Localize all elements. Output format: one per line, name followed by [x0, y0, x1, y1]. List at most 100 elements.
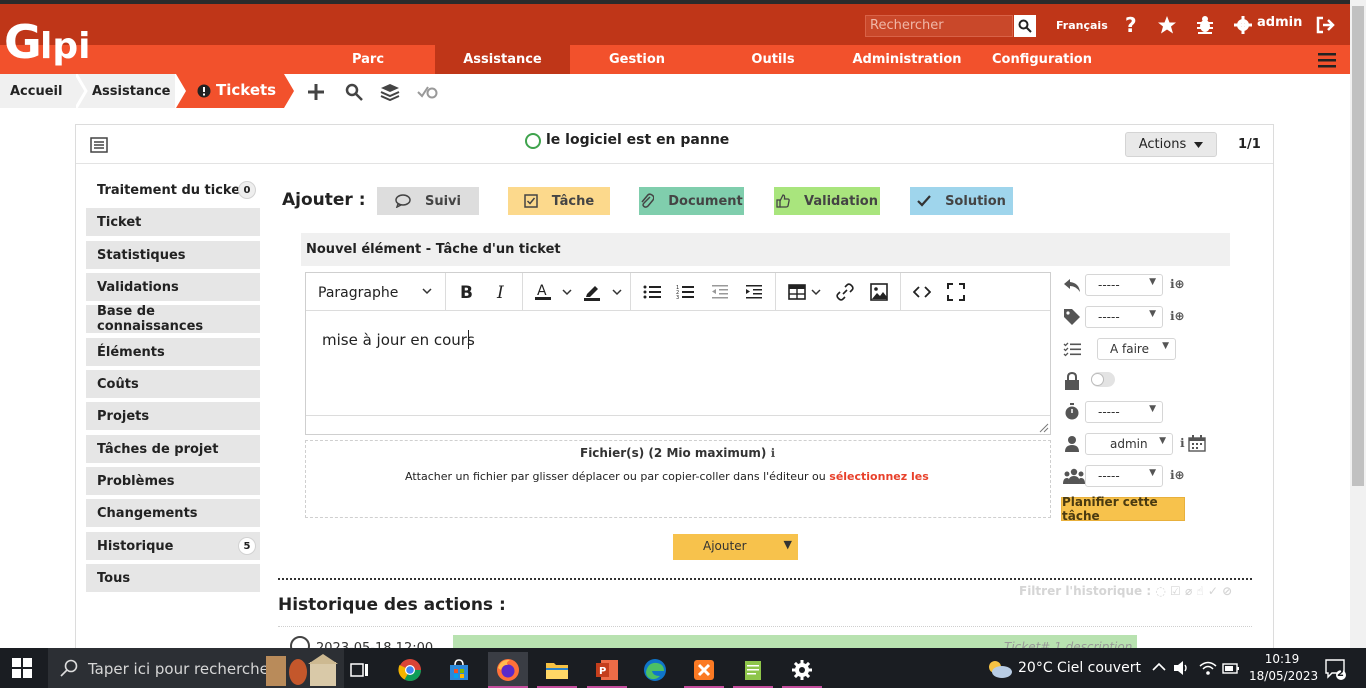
status-select[interactable]: A faire ▼ — [1097, 338, 1176, 360]
bug-icon[interactable] — [1193, 13, 1217, 37]
editor-content[interactable]: mise à jour en cours — [322, 331, 475, 349]
plan-task-button[interactable]: Planifier cette tâche — [1061, 495, 1185, 523]
hamburger-menu-icon[interactable] — [1316, 51, 1338, 69]
table-icon[interactable] — [786, 280, 808, 304]
tab-statistiques[interactable]: Statistiques — [86, 241, 260, 269]
tab-ticket[interactable]: Ticket — [86, 208, 260, 236]
star-icon[interactable] — [1155, 13, 1179, 37]
language-selector[interactable]: Français — [1056, 19, 1108, 32]
tab-taches-projet[interactable]: Tâches de projet — [86, 435, 260, 463]
tab-elements[interactable]: Éléments — [86, 338, 260, 366]
chevron-down-icon[interactable] — [560, 280, 574, 304]
chrome-icon[interactable] — [390, 652, 430, 688]
battery-icon[interactable] — [1222, 661, 1240, 675]
add-document-button[interactable]: Document — [639, 187, 744, 215]
menu-gestion[interactable]: Gestion — [592, 45, 682, 74]
weather-status[interactable]: 20°C Ciel couvert — [1018, 660, 1141, 676]
tab-changements[interactable]: Changements — [86, 499, 260, 527]
breadcrumb-tickets[interactable]: Tickets — [216, 81, 276, 99]
layers-icon[interactable] — [378, 80, 402, 104]
task-view-icon[interactable] — [340, 652, 380, 688]
text-color-icon[interactable]: A — [532, 280, 554, 304]
network-icon[interactable] — [1199, 660, 1217, 676]
bullet-list-icon[interactable] — [641, 280, 663, 304]
duration-select[interactable]: ----- ▼ — [1085, 401, 1163, 423]
outdent-icon[interactable] — [709, 280, 731, 304]
filter-icons[interactable]: ◌ ☑ ⌀ ☝ ✓ ⊘ — [1155, 584, 1232, 598]
numbered-list-icon[interactable]: 123 — [674, 280, 696, 304]
code-icon[interactable] — [911, 280, 933, 304]
calendar-icon[interactable] — [1188, 435, 1206, 452]
glpi-logo[interactable]: G lpi — [4, 12, 104, 68]
chevron-down-icon[interactable] — [610, 280, 624, 304]
menu-configuration[interactable]: Configuration — [986, 45, 1098, 74]
user-select[interactable]: admin ▼ — [1085, 433, 1173, 455]
link-icon[interactable] — [834, 280, 856, 304]
image-icon[interactable] — [868, 280, 890, 304]
user-menu[interactable]: admin — [1257, 15, 1302, 30]
global-search-input[interactable]: Rechercher — [865, 15, 1013, 37]
menu-outils[interactable]: Outils — [733, 45, 813, 74]
block-format-select[interactable]: Paragraphe — [318, 285, 398, 301]
add-icon[interactable] — [304, 80, 328, 104]
windows-start-icon[interactable] — [12, 658, 32, 678]
volume-icon[interactable] — [1173, 660, 1191, 676]
menu-assistance[interactable]: Assistance — [435, 45, 570, 74]
add-task-button[interactable]: Tâche — [508, 187, 610, 215]
edge-icon[interactable] — [635, 652, 675, 688]
logout-icon[interactable] — [1313, 13, 1337, 37]
gear-icon[interactable] — [1231, 13, 1255, 37]
store-icon[interactable] — [439, 652, 479, 688]
search-icon[interactable] — [1014, 15, 1036, 37]
tab-base-connaissances[interactable]: Base de connaissances — [86, 304, 260, 334]
history-filter[interactable]: Filtrer l'historique : ◌ ☑ ⌀ ☝ ✓ ⊘ — [1019, 584, 1232, 598]
scrollbar-thumb[interactable] — [1352, 6, 1364, 486]
tab-projets[interactable]: Projets — [86, 402, 260, 430]
file-explorer-icon[interactable] — [537, 652, 577, 688]
tab-historique[interactable]: Historique 5 — [86, 532, 260, 560]
menu-parc[interactable]: Parc — [323, 45, 413, 74]
powerpoint-icon[interactable]: P — [587, 652, 627, 688]
search-list-icon[interactable] — [342, 80, 366, 104]
group-select[interactable]: ----- ▼ — [1085, 465, 1163, 487]
chevron-down-icon[interactable] — [810, 280, 822, 304]
breadcrumb-home[interactable]: Accueil — [10, 74, 62, 108]
indent-icon[interactable] — [743, 280, 765, 304]
actions-button[interactable]: Actions — [1125, 132, 1217, 157]
italic-icon[interactable]: I — [490, 280, 512, 304]
caret-down-icon[interactable]: ▼ — [784, 538, 792, 551]
tab-traitement[interactable]: Traitement du ticket 0 — [86, 176, 260, 204]
clock-date[interactable]: 18/05/2023 — [1249, 669, 1318, 683]
breadcrumb-assistance[interactable]: Assistance — [92, 74, 171, 108]
add-validation-button[interactable]: Validation — [774, 187, 880, 215]
caret-down-icon: ▼ — [1149, 404, 1156, 414]
category-info-add-icons[interactable]: ℹ⊕ — [1170, 309, 1185, 323]
category-select[interactable]: ----- ▼ — [1085, 306, 1163, 328]
highlight-icon[interactable] — [581, 280, 603, 304]
help-icon[interactable]: ? — [1119, 13, 1143, 37]
template-select[interactable]: ----- ▼ — [1085, 274, 1163, 296]
add-followup-button[interactable]: Suivi — [377, 187, 479, 215]
check-filter-icon[interactable] — [415, 80, 439, 104]
tab-couts[interactable]: Coûts — [86, 370, 260, 398]
menu-administration[interactable]: Administration — [848, 45, 966, 74]
select-files-link[interactable]: sélectionnez les — [829, 470, 928, 483]
xampp-icon[interactable] — [684, 652, 724, 688]
group-info-add-icons[interactable]: ℹ⊕ — [1170, 468, 1185, 482]
notepad-icon[interactable] — [733, 652, 773, 688]
tab-problemes[interactable]: Problèmes — [86, 467, 260, 495]
firefox-icon[interactable] — [488, 652, 528, 688]
tab-tous[interactable]: Tous — [86, 564, 260, 592]
settings-icon[interactable] — [782, 652, 822, 688]
bold-icon[interactable]: B — [455, 280, 477, 304]
template-info-add-icons[interactable]: ℹ⊕ — [1170, 277, 1185, 291]
list-view-icon[interactable] — [90, 137, 108, 153]
user-info-icon[interactable]: ℹ — [1180, 436, 1185, 450]
resize-handle-icon[interactable] — [1039, 423, 1049, 433]
chevron-up-icon[interactable] — [1152, 662, 1166, 672]
tab-validations[interactable]: Validations — [86, 273, 260, 301]
add-solution-button[interactable]: Solution — [910, 187, 1013, 215]
fullscreen-icon[interactable] — [945, 280, 967, 304]
submit-add-button[interactable]: Ajouter ▼ — [673, 534, 798, 560]
clock-time[interactable]: 10:19 — [1262, 652, 1302, 666]
